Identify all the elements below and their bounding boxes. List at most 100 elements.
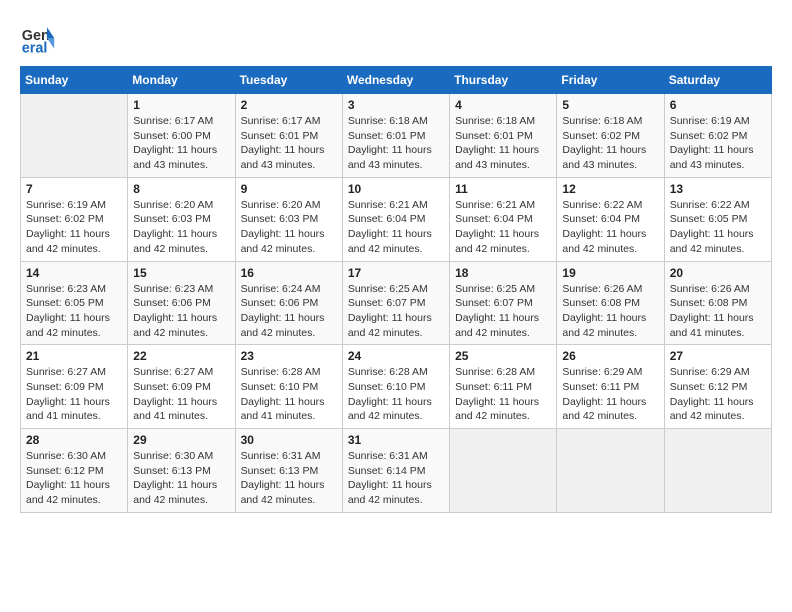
day-info: Sunrise: 6:25 AMSunset: 6:07 PMDaylight:… <box>455 282 551 341</box>
day-number: 5 <box>562 98 658 112</box>
calendar-weekday-saturday: Saturday <box>664 67 771 94</box>
day-number: 30 <box>241 433 337 447</box>
calendar-cell: 11 Sunrise: 6:21 AMSunset: 6:04 PMDayligh… <box>450 177 557 261</box>
calendar-cell: 14 Sunrise: 6:23 AMSunset: 6:05 PMDayligh… <box>21 261 128 345</box>
calendar-cell <box>664 429 771 513</box>
day-info: Sunrise: 6:31 AMSunset: 6:14 PMDaylight:… <box>348 449 444 508</box>
calendar-cell <box>450 429 557 513</box>
day-number: 24 <box>348 349 444 363</box>
day-info: Sunrise: 6:28 AMSunset: 6:10 PMDaylight:… <box>348 365 444 424</box>
calendar-cell: 5 Sunrise: 6:18 AMSunset: 6:02 PMDaylight… <box>557 94 664 178</box>
calendar-weekday-wednesday: Wednesday <box>342 67 449 94</box>
calendar-cell: 16 Sunrise: 6:24 AMSunset: 6:06 PMDayligh… <box>235 261 342 345</box>
day-info: Sunrise: 6:31 AMSunset: 6:13 PMDaylight:… <box>241 449 337 508</box>
day-number: 28 <box>26 433 122 447</box>
day-info: Sunrise: 6:18 AMSunset: 6:02 PMDaylight:… <box>562 114 658 173</box>
page-header: Gen eral <box>20 20 772 56</box>
day-info: Sunrise: 6:22 AMSunset: 6:04 PMDaylight:… <box>562 198 658 257</box>
calendar-cell: 9Sunrise: 6:20 AMSunset: 6:03 PMDaylight… <box>235 177 342 261</box>
day-info: Sunrise: 6:18 AMSunset: 6:01 PMDaylight:… <box>348 114 444 173</box>
day-info: Sunrise: 6:19 AMSunset: 6:02 PMDaylight:… <box>670 114 766 173</box>
day-number: 20 <box>670 266 766 280</box>
day-info: Sunrise: 6:28 AMSunset: 6:10 PMDaylight:… <box>241 365 337 424</box>
day-number: 26 <box>562 349 658 363</box>
calendar-week-row: 14 Sunrise: 6:23 AMSunset: 6:05 PMDayligh… <box>21 261 772 345</box>
calendar-cell: 4 Sunrise: 6:18 AMSunset: 6:01 PMDaylight… <box>450 94 557 178</box>
calendar-cell: 17 Sunrise: 6:25 AMSunset: 6:07 PMDayligh… <box>342 261 449 345</box>
day-info: Sunrise: 6:23 AMSunset: 6:05 PMDaylight:… <box>26 282 122 341</box>
calendar-weekday-sunday: Sunday <box>21 67 128 94</box>
day-number: 8 <box>133 182 229 196</box>
calendar-cell <box>557 429 664 513</box>
day-info: Sunrise: 6:28 AMSunset: 6:11 PMDaylight:… <box>455 365 551 424</box>
day-info: Sunrise: 6:19 AMSunset: 6:02 PMDaylight:… <box>26 198 122 257</box>
calendar-week-row: 1Sunrise: 6:17 AMSunset: 6:00 PMDaylight… <box>21 94 772 178</box>
calendar-week-row: 28 Sunrise: 6:30 AMSunset: 6:12 PMDayligh… <box>21 429 772 513</box>
day-info: Sunrise: 6:29 AMSunset: 6:11 PMDaylight:… <box>562 365 658 424</box>
day-number: 12 <box>562 182 658 196</box>
day-info: Sunrise: 6:27 AMSunset: 6:09 PMDaylight:… <box>133 365 229 424</box>
calendar-cell: 30 Sunrise: 6:31 AMSunset: 6:13 PMDayligh… <box>235 429 342 513</box>
calendar-cell: 15Sunrise: 6:23 AMSunset: 6:06 PMDayligh… <box>128 261 235 345</box>
day-number: 16 <box>241 266 337 280</box>
calendar-weekday-thursday: Thursday <box>450 67 557 94</box>
calendar-cell: 28 Sunrise: 6:30 AMSunset: 6:12 PMDayligh… <box>21 429 128 513</box>
day-number: 23 <box>241 349 337 363</box>
calendar-cell: 21 Sunrise: 6:27 AMSunset: 6:09 PMDayligh… <box>21 345 128 429</box>
calendar-cell: 8 Sunrise: 6:20 AMSunset: 6:03 PMDaylight… <box>128 177 235 261</box>
day-number: 21 <box>26 349 122 363</box>
calendar-weekday-tuesday: Tuesday <box>235 67 342 94</box>
calendar-cell: 6Sunrise: 6:19 AMSunset: 6:02 PMDaylight… <box>664 94 771 178</box>
calendar-cell: 27 Sunrise: 6:29 AMSunset: 6:12 PMDayligh… <box>664 345 771 429</box>
day-number: 15 <box>133 266 229 280</box>
day-number: 18 <box>455 266 551 280</box>
day-info: Sunrise: 6:18 AMSunset: 6:01 PMDaylight:… <box>455 114 551 173</box>
calendar-weekday-friday: Friday <box>557 67 664 94</box>
calendar-cell: 3 Sunrise: 6:18 AMSunset: 6:01 PMDaylight… <box>342 94 449 178</box>
svg-text:eral: eral <box>22 40 48 56</box>
day-info: Sunrise: 6:26 AMSunset: 6:08 PMDaylight:… <box>562 282 658 341</box>
day-number: 4 <box>455 98 551 112</box>
day-info: Sunrise: 6:21 AMSunset: 6:04 PMDaylight:… <box>455 198 551 257</box>
calendar-cell: 22 Sunrise: 6:27 AMSunset: 6:09 PMDayligh… <box>128 345 235 429</box>
day-number: 10 <box>348 182 444 196</box>
calendar-week-row: 7Sunrise: 6:19 AMSunset: 6:02 PMDaylight… <box>21 177 772 261</box>
day-info: Sunrise: 6:27 AMSunset: 6:09 PMDaylight:… <box>26 365 122 424</box>
calendar-weekday-monday: Monday <box>128 67 235 94</box>
day-info: Sunrise: 6:26 AMSunset: 6:08 PMDaylight:… <box>670 282 766 341</box>
calendar-table: SundayMondayTuesdayWednesdayThursdayFrid… <box>20 66 772 513</box>
day-info: Sunrise: 6:30 AMSunset: 6:12 PMDaylight:… <box>26 449 122 508</box>
calendar-cell: 10 Sunrise: 6:21 AMSunset: 6:04 PMDayligh… <box>342 177 449 261</box>
calendar-cell: 25 Sunrise: 6:28 AMSunset: 6:11 PMDayligh… <box>450 345 557 429</box>
calendar-cell: 7Sunrise: 6:19 AMSunset: 6:02 PMDaylight… <box>21 177 128 261</box>
calendar-cell: 12 Sunrise: 6:22 AMSunset: 6:04 PMDayligh… <box>557 177 664 261</box>
day-number: 27 <box>670 349 766 363</box>
calendar-cell: 20 Sunrise: 6:26 AMSunset: 6:08 PMDayligh… <box>664 261 771 345</box>
day-info: Sunrise: 6:25 AMSunset: 6:07 PMDaylight:… <box>348 282 444 341</box>
day-info: Sunrise: 6:20 AMSunset: 6:03 PMDaylight:… <box>133 198 229 257</box>
day-info: Sunrise: 6:17 AMSunset: 6:01 PMDaylight:… <box>241 114 337 173</box>
calendar-cell: 24 Sunrise: 6:28 AMSunset: 6:10 PMDayligh… <box>342 345 449 429</box>
calendar-cell: 31Sunrise: 6:31 AMSunset: 6:14 PMDayligh… <box>342 429 449 513</box>
calendar-cell: 19Sunrise: 6:26 AMSunset: 6:08 PMDayligh… <box>557 261 664 345</box>
day-info: Sunrise: 6:24 AMSunset: 6:06 PMDaylight:… <box>241 282 337 341</box>
calendar-header-row: SundayMondayTuesdayWednesdayThursdayFrid… <box>21 67 772 94</box>
day-number: 25 <box>455 349 551 363</box>
day-number: 22 <box>133 349 229 363</box>
day-number: 17 <box>348 266 444 280</box>
calendar-cell: 26 Sunrise: 6:29 AMSunset: 6:11 PMDayligh… <box>557 345 664 429</box>
calendar-cell: 1Sunrise: 6:17 AMSunset: 6:00 PMDaylight… <box>128 94 235 178</box>
day-number: 11 <box>455 182 551 196</box>
calendar-cell: 18 Sunrise: 6:25 AMSunset: 6:07 PMDayligh… <box>450 261 557 345</box>
day-info: Sunrise: 6:20 AMSunset: 6:03 PMDaylight:… <box>241 198 337 257</box>
day-info: Sunrise: 6:29 AMSunset: 6:12 PMDaylight:… <box>670 365 766 424</box>
day-info: Sunrise: 6:30 AMSunset: 6:13 PMDaylight:… <box>133 449 229 508</box>
day-info: Sunrise: 6:21 AMSunset: 6:04 PMDaylight:… <box>348 198 444 257</box>
calendar-cell: 2Sunrise: 6:17 AMSunset: 6:01 PMDaylight… <box>235 94 342 178</box>
day-number: 29 <box>133 433 229 447</box>
day-number: 3 <box>348 98 444 112</box>
calendar-cell: 23 Sunrise: 6:28 AMSunset: 6:10 PMDayligh… <box>235 345 342 429</box>
day-number: 14 <box>26 266 122 280</box>
day-info: Sunrise: 6:17 AMSunset: 6:00 PMDaylight:… <box>133 114 229 173</box>
logo-icon: Gen eral <box>20 20 56 56</box>
